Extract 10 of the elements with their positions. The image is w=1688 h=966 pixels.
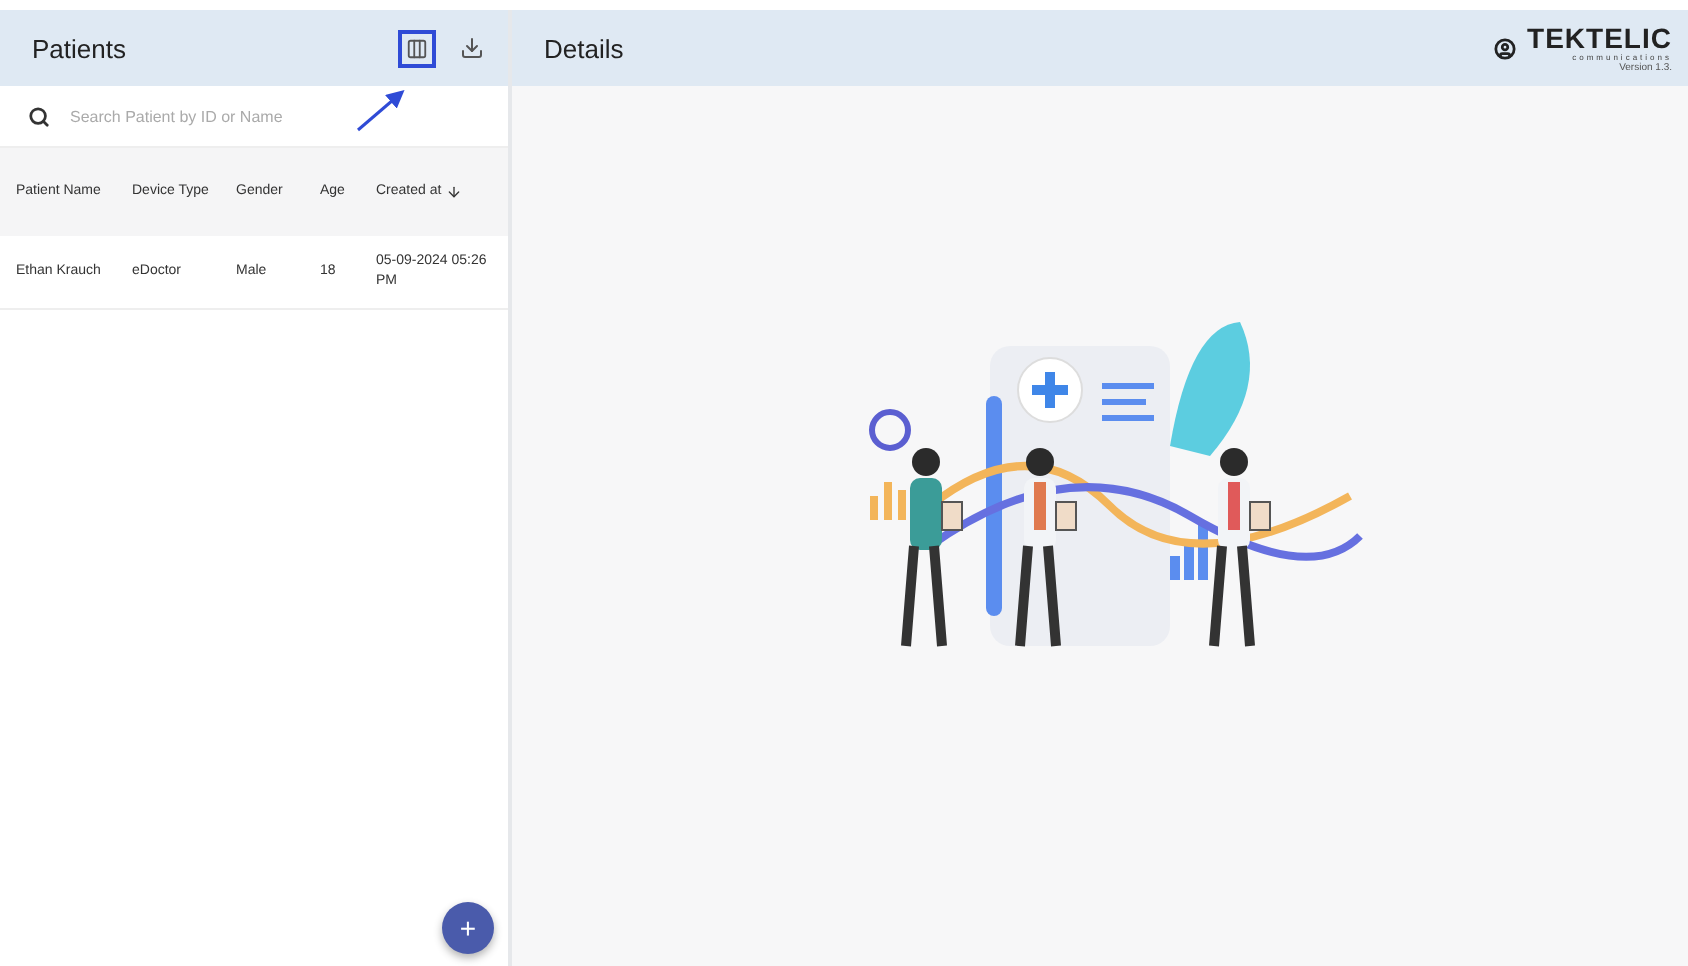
columns-icon [406,37,428,59]
search-icon [28,105,50,127]
add-button[interactable]: + [442,902,494,954]
panel-title: Details [544,33,626,63]
sort-arrow-icon [445,184,462,200]
columns-button[interactable] [398,29,436,67]
user-icon[interactable] [1493,37,1516,59]
panel-title: Patients [32,33,128,63]
logo-text: TEKTELIC [1527,23,1672,51]
download-icon [460,36,484,60]
